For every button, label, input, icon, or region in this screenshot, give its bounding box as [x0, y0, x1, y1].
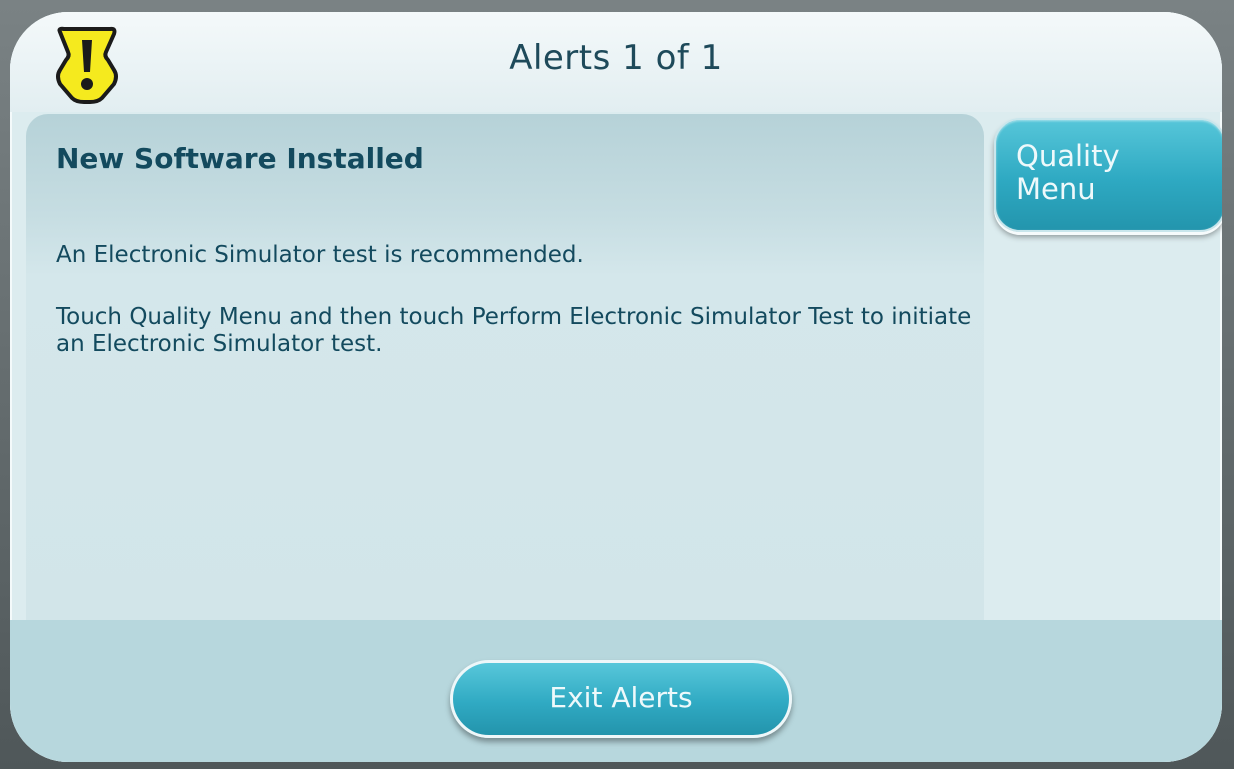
exit-alerts-button[interactable]: Exit Alerts: [450, 660, 792, 738]
quality-menu-label: Quality Menu: [1016, 139, 1120, 206]
page-title: Alerts 1 of 1: [509, 38, 723, 78]
quality-menu-button[interactable]: Quality Menu: [994, 118, 1222, 232]
alert-instruction-text: Touch Quality Menu and then touch Perfor…: [56, 304, 972, 357]
alert-message-panel: New Software Installed An Electronic Sim…: [26, 114, 984, 620]
alert-heading: New Software Installed: [56, 142, 424, 175]
exit-alerts-label: Exit Alerts: [549, 681, 693, 714]
header-bar: Alerts 1 of 1: [10, 12, 1222, 112]
footer-bar: Exit Alerts: [10, 620, 1222, 762]
alerts-screen: Alerts 1 of 1 New Software Installed An …: [10, 12, 1222, 762]
alert-recommendation-text: An Electronic Simulator test is recommen…: [56, 242, 584, 268]
